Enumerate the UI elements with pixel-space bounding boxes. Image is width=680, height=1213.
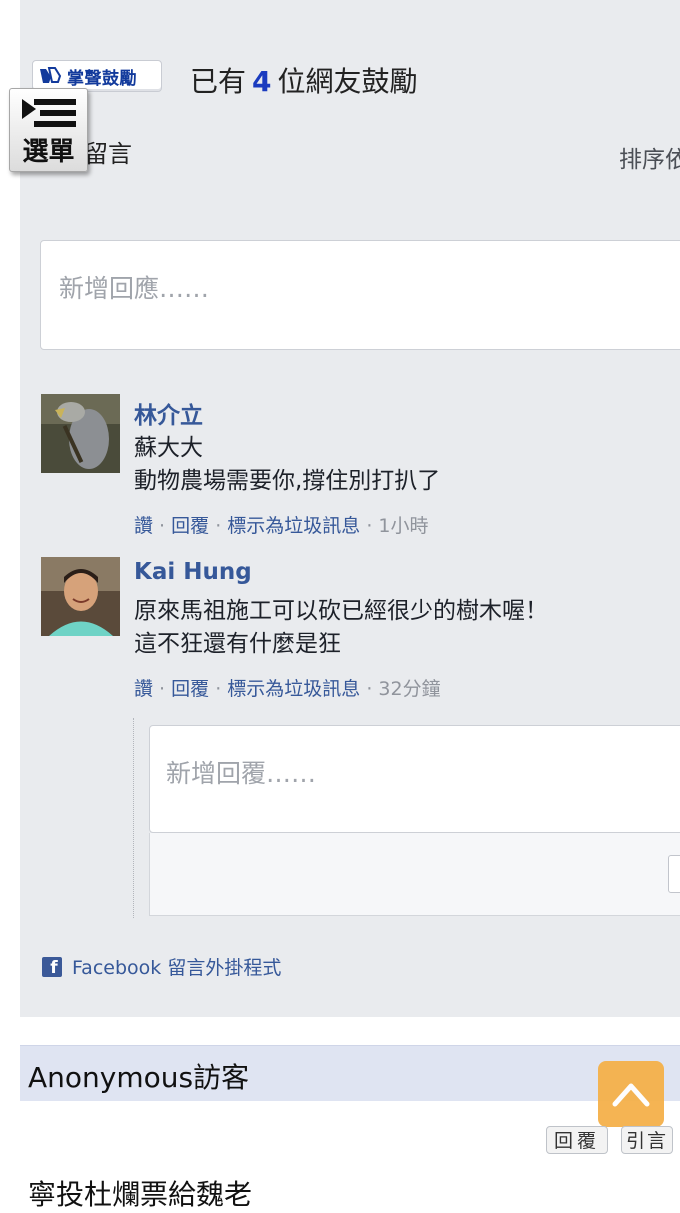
reply-thread: 新增回覆…… bbox=[133, 718, 680, 918]
reply-placeholder: 新增回覆…… bbox=[166, 759, 317, 788]
clap-button-label: 掌聲鼓勵 bbox=[67, 68, 137, 89]
comment-body: 蘇大大 動物農場需要你,撐住別打扒了 bbox=[134, 432, 440, 498]
comment-actions: 讚 · 回覆 · 標示為垃圾訊息 · 1小時 bbox=[134, 515, 429, 537]
like-link[interactable]: 讚 bbox=[134, 515, 153, 537]
reply-input[interactable]: 新增回覆…… bbox=[149, 725, 680, 833]
mark-spam-link[interactable]: 標示為垃圾訊息 bbox=[227, 515, 360, 537]
clapping-hands-icon bbox=[40, 67, 62, 83]
new-comment-placeholder: 新增回應…… bbox=[59, 274, 210, 303]
hamburger-play-icon bbox=[22, 99, 76, 127]
comment-author[interactable]: Kai Hung bbox=[134, 559, 252, 585]
comment-line: 蘇大大 bbox=[134, 435, 203, 461]
menu-button-label: 選單 bbox=[22, 137, 75, 167]
comment-line: 這不狂還有什麼是狂 bbox=[134, 631, 341, 657]
scroll-to-top-button[interactable] bbox=[598, 1061, 664, 1127]
reply-link[interactable]: 回覆 bbox=[171, 678, 209, 700]
sort-dropdown-label[interactable]: 排序依 bbox=[619, 140, 680, 174]
reply-button[interactable]: 回覆 bbox=[546, 1126, 608, 1154]
mark-spam-link[interactable]: 標示為垃圾訊息 bbox=[227, 678, 360, 700]
guest-post-header: Anonymous訪客 bbox=[20, 1045, 680, 1101]
menu-button[interactable]: 選單 bbox=[9, 88, 88, 172]
guest-message: 寧投杜爛票給魏老 bbox=[28, 1178, 253, 1211]
new-comment-input[interactable]: 新增回應…… bbox=[40, 240, 680, 350]
guest-name: Anonymous訪客 bbox=[28, 1061, 250, 1094]
comment-actions: 讚 · 回覆 · 標示為垃圾訊息 · 32分鐘 bbox=[134, 678, 441, 700]
reply-toolbar bbox=[149, 833, 680, 916]
comment-time: 32分鐘 bbox=[378, 678, 441, 700]
comment-line: 動物農場需要你,撐住別打扒了 bbox=[134, 468, 441, 494]
avatar[interactable] bbox=[41, 394, 120, 473]
reply-link[interactable]: 回覆 bbox=[171, 515, 209, 537]
comment-body: 原來馬祖施工可以砍已經很少的樹木喔！ 這不狂還有什麼是狂 bbox=[134, 595, 548, 661]
comment-author[interactable]: 林介立 bbox=[134, 396, 203, 430]
chevron-up-icon bbox=[612, 1083, 650, 1107]
comments-heading: 留言 bbox=[84, 140, 132, 168]
comment-time: 1小時 bbox=[378, 515, 429, 537]
quote-button[interactable]: 引言 bbox=[621, 1126, 673, 1154]
facebook-plugin-link[interactable]: f Facebook 留言外掛程式 bbox=[42, 953, 281, 980]
cheer-count-text: 已有 4 位網友鼓勵 bbox=[190, 60, 418, 100]
post-reply-button[interactable] bbox=[668, 855, 680, 893]
cheer-suffix: 位網友鼓勵 bbox=[277, 65, 418, 98]
facebook-plugin-label: Facebook 留言外掛程式 bbox=[72, 957, 282, 979]
cheer-prefix: 已有 bbox=[190, 65, 247, 98]
cheer-count: 4 bbox=[252, 65, 272, 98]
comment-line: 原來馬祖施工可以砍已經很少的樹木喔！ bbox=[134, 598, 548, 624]
like-link[interactable]: 讚 bbox=[134, 678, 153, 700]
facebook-f-icon: f bbox=[42, 956, 62, 978]
avatar[interactable] bbox=[41, 557, 120, 636]
